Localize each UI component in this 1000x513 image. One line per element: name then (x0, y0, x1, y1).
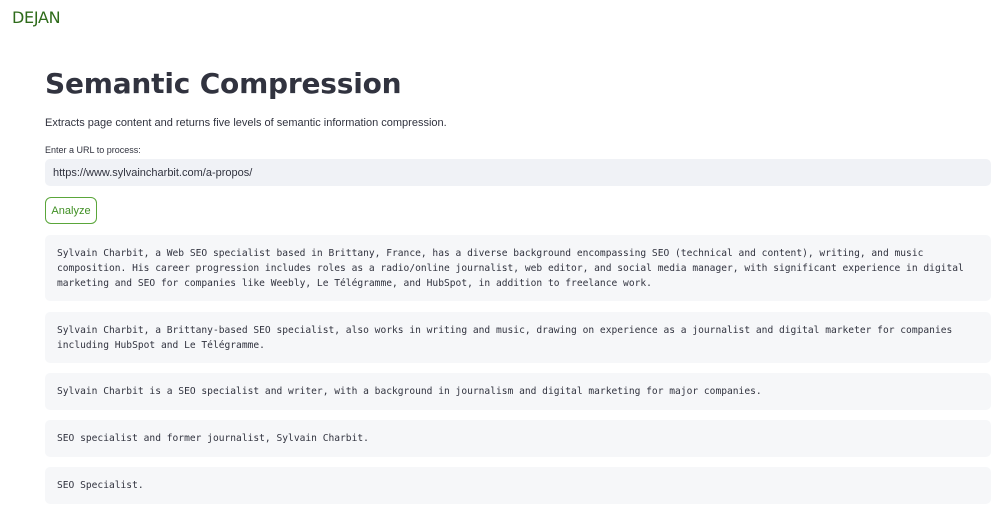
dejan-logo[interactable]: DEJAN (12, 8, 61, 27)
result-level-3: Sylvain Charbit is a SEO specialist and … (45, 373, 991, 410)
result-level-1: Sylvain Charbit, a Web SEO specialist ba… (45, 235, 991, 301)
result-level-4: SEO specialist and former journalist, Sy… (45, 420, 991, 457)
page-subtitle: Extracts page content and returns five l… (45, 117, 447, 129)
result-text: Sylvain Charbit, a Brittany-based SEO sp… (57, 324, 953, 351)
result-text: SEO Specialist. (57, 480, 144, 491)
result-level-5: SEO Specialist. (45, 467, 991, 504)
url-field-label: Enter a URL to process: (45, 145, 141, 155)
page-title: Semantic Compression (45, 67, 402, 100)
result-level-2: Sylvain Charbit, a Brittany-based SEO sp… (45, 312, 991, 363)
analyze-button[interactable]: Analyze (45, 197, 97, 224)
result-text: Sylvain Charbit is a SEO specialist and … (57, 386, 762, 397)
result-text: Sylvain Charbit, a Web SEO specialist ba… (57, 247, 964, 289)
result-text: SEO specialist and former journalist, Sy… (57, 433, 369, 444)
url-input[interactable] (45, 159, 991, 186)
